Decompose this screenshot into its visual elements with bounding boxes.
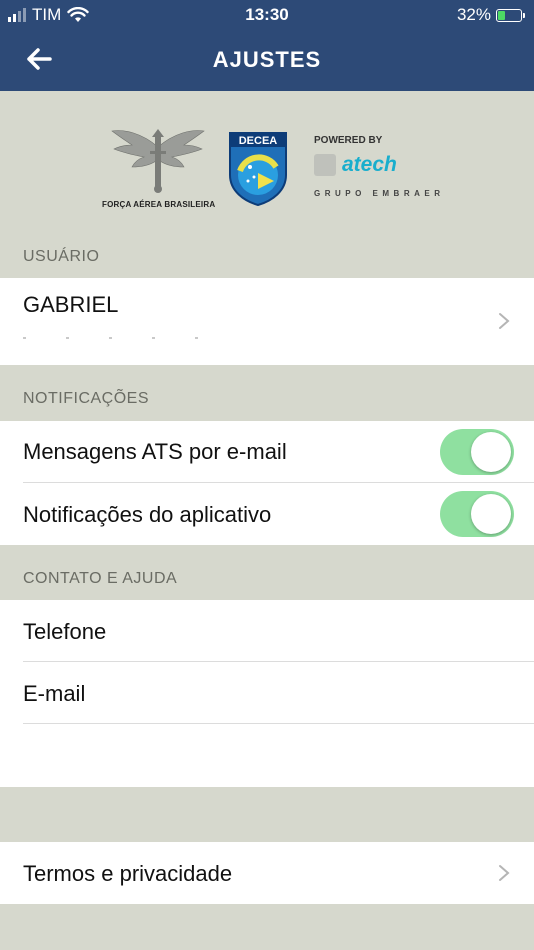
user-group: GABRIEL xyxy=(0,278,534,365)
user-row[interactable]: GABRIEL xyxy=(0,278,534,365)
notification-label: Notificações do aplicativo xyxy=(23,502,272,527)
user-subtitle-redacted xyxy=(23,326,243,339)
terms-group: Termos e privacidade xyxy=(0,842,534,904)
atech-mark-icon xyxy=(314,154,336,176)
decea-name: DECEA xyxy=(239,135,278,147)
chevron-right-icon xyxy=(499,313,510,329)
status-bar: TIM 13:30 32% xyxy=(0,0,534,30)
status-time: 13:30 xyxy=(245,5,289,24)
notification-row-ats-email: Mensagens ATS por e-mail xyxy=(0,421,534,483)
terms-row[interactable]: Termos e privacidade xyxy=(0,842,534,904)
fab-logo: FORÇA AÉREA BRASILEIRA xyxy=(102,127,216,213)
user-name: GABRIEL xyxy=(23,292,119,317)
fab-caption: FORÇA AÉREA BRASILEIRA xyxy=(102,200,216,209)
powered-by-label: POWERED BY xyxy=(314,135,383,146)
atech-group: GRUPO EMBRAER xyxy=(314,189,445,198)
ats-email-toggle[interactable] xyxy=(440,429,514,475)
chevron-right-icon xyxy=(499,865,510,881)
sponsor-logos: FORÇA AÉREA BRASILEIRA DECEA POWERED BY … xyxy=(0,91,534,231)
divider xyxy=(23,723,534,724)
battery-percent: 32% xyxy=(456,5,491,24)
contact-group: Telefone E-mail xyxy=(0,600,534,787)
notifications-group: Mensagens ATS por e-mail Notificações do… xyxy=(0,421,534,545)
section-header-user: USUÁRIO xyxy=(23,248,100,265)
atech-name: atech xyxy=(342,153,397,176)
navigation-bar: TIM 13:30 32% AJUSTES xyxy=(0,0,534,91)
contact-label: Telefone xyxy=(23,619,107,644)
section-header-notifications: NOTIFICAÇÕES xyxy=(23,390,150,407)
decea-logo: DECEA xyxy=(228,131,288,207)
notification-label: Mensagens ATS por e-mail xyxy=(23,439,287,464)
atech-logo: POWERED BY atech GRUPO EMBRAER xyxy=(312,133,440,203)
contact-row-phone[interactable]: Telefone xyxy=(0,600,534,662)
fab-wings-emblem-icon xyxy=(111,129,205,193)
terms-label: Termos e privacidade xyxy=(23,861,233,886)
notification-row-app: Notificações do aplicativo xyxy=(0,483,534,545)
decea-shield-icon: DECEA xyxy=(229,132,287,207)
contact-label: E-mail xyxy=(23,681,86,706)
battery-fill xyxy=(498,10,505,20)
page-title: AJUSTES xyxy=(212,47,322,72)
contact-row-email[interactable]: E-mail xyxy=(0,662,534,724)
battery-icon xyxy=(496,8,525,22)
section-header-contact: CONTATO E AJUDA xyxy=(23,570,178,587)
app-notifications-toggle[interactable] xyxy=(440,491,514,537)
